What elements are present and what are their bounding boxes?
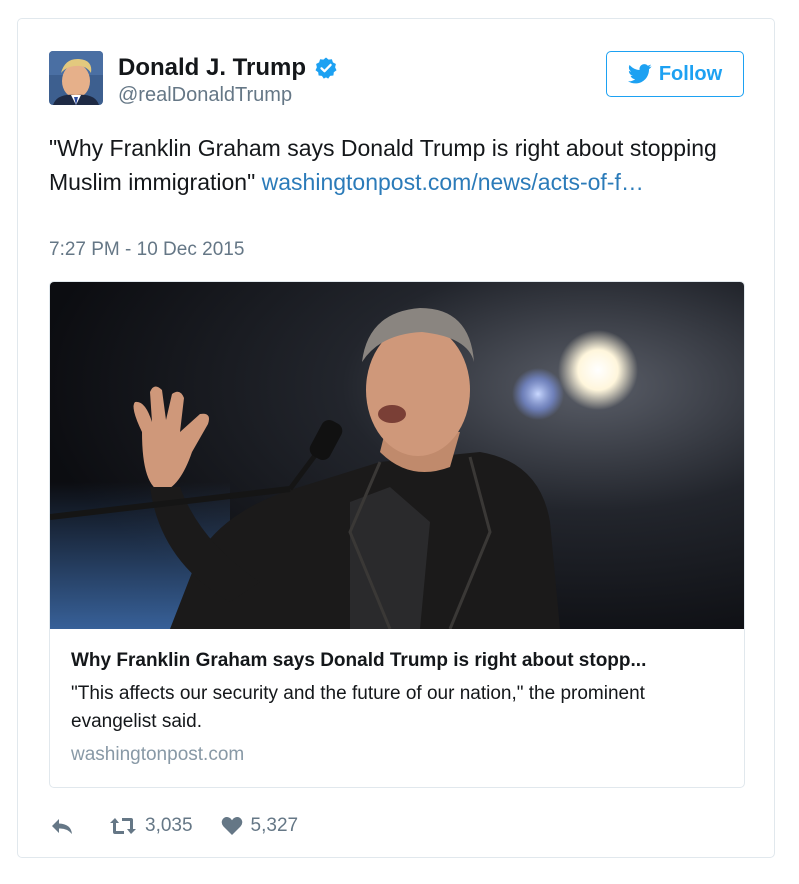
tweet-actions: 3,035 5,327	[49, 813, 298, 839]
name-row: Donald J. Trump	[118, 53, 338, 83]
tweet-link[interactable]: washingtonpost.com/news/acts-of-f…	[262, 169, 644, 195]
card-title: Why Franklin Graham says Donald Trump is…	[71, 650, 647, 671]
tweet-text: "Why Franklin Graham says Donald Trump i…	[49, 131, 739, 199]
like-button[interactable]: 5,327	[221, 815, 299, 837]
reply-icon	[52, 819, 72, 834]
link-card[interactable]: Why Franklin Graham says Donald Trump is…	[49, 281, 745, 788]
retweet-icon	[110, 818, 136, 834]
reply-button[interactable]	[49, 816, 75, 836]
tweet-timestamp[interactable]: 7:27 PM - 10 Dec 2015	[49, 238, 244, 262]
avatar[interactable]	[49, 51, 103, 105]
retweet-button[interactable]: 3,035	[109, 815, 193, 837]
card-body: Why Franklin Graham says Donald Trump is…	[71, 648, 731, 768]
retweet-count: 3,035	[145, 815, 193, 836]
author-block: Donald J. Trump @realDonaldTrump	[118, 53, 338, 107]
embedded-tweet: Donald J. Trump @realDonaldTrump Follow …	[17, 18, 775, 858]
like-count: 5,327	[250, 815, 299, 836]
heart-icon	[221, 817, 242, 835]
card-image	[50, 282, 744, 629]
verified-badge-icon	[314, 56, 338, 80]
twitter-bird-icon	[627, 64, 652, 84]
follow-label: Follow	[658, 62, 723, 85]
card-description: "This affects our security and the futur…	[71, 683, 645, 732]
author-name[interactable]: Donald J. Trump	[118, 53, 306, 83]
author-handle[interactable]: @realDonaldTrump	[118, 83, 338, 107]
follow-button[interactable]: Follow	[606, 51, 744, 97]
card-domain: washingtonpost.com	[71, 744, 245, 765]
